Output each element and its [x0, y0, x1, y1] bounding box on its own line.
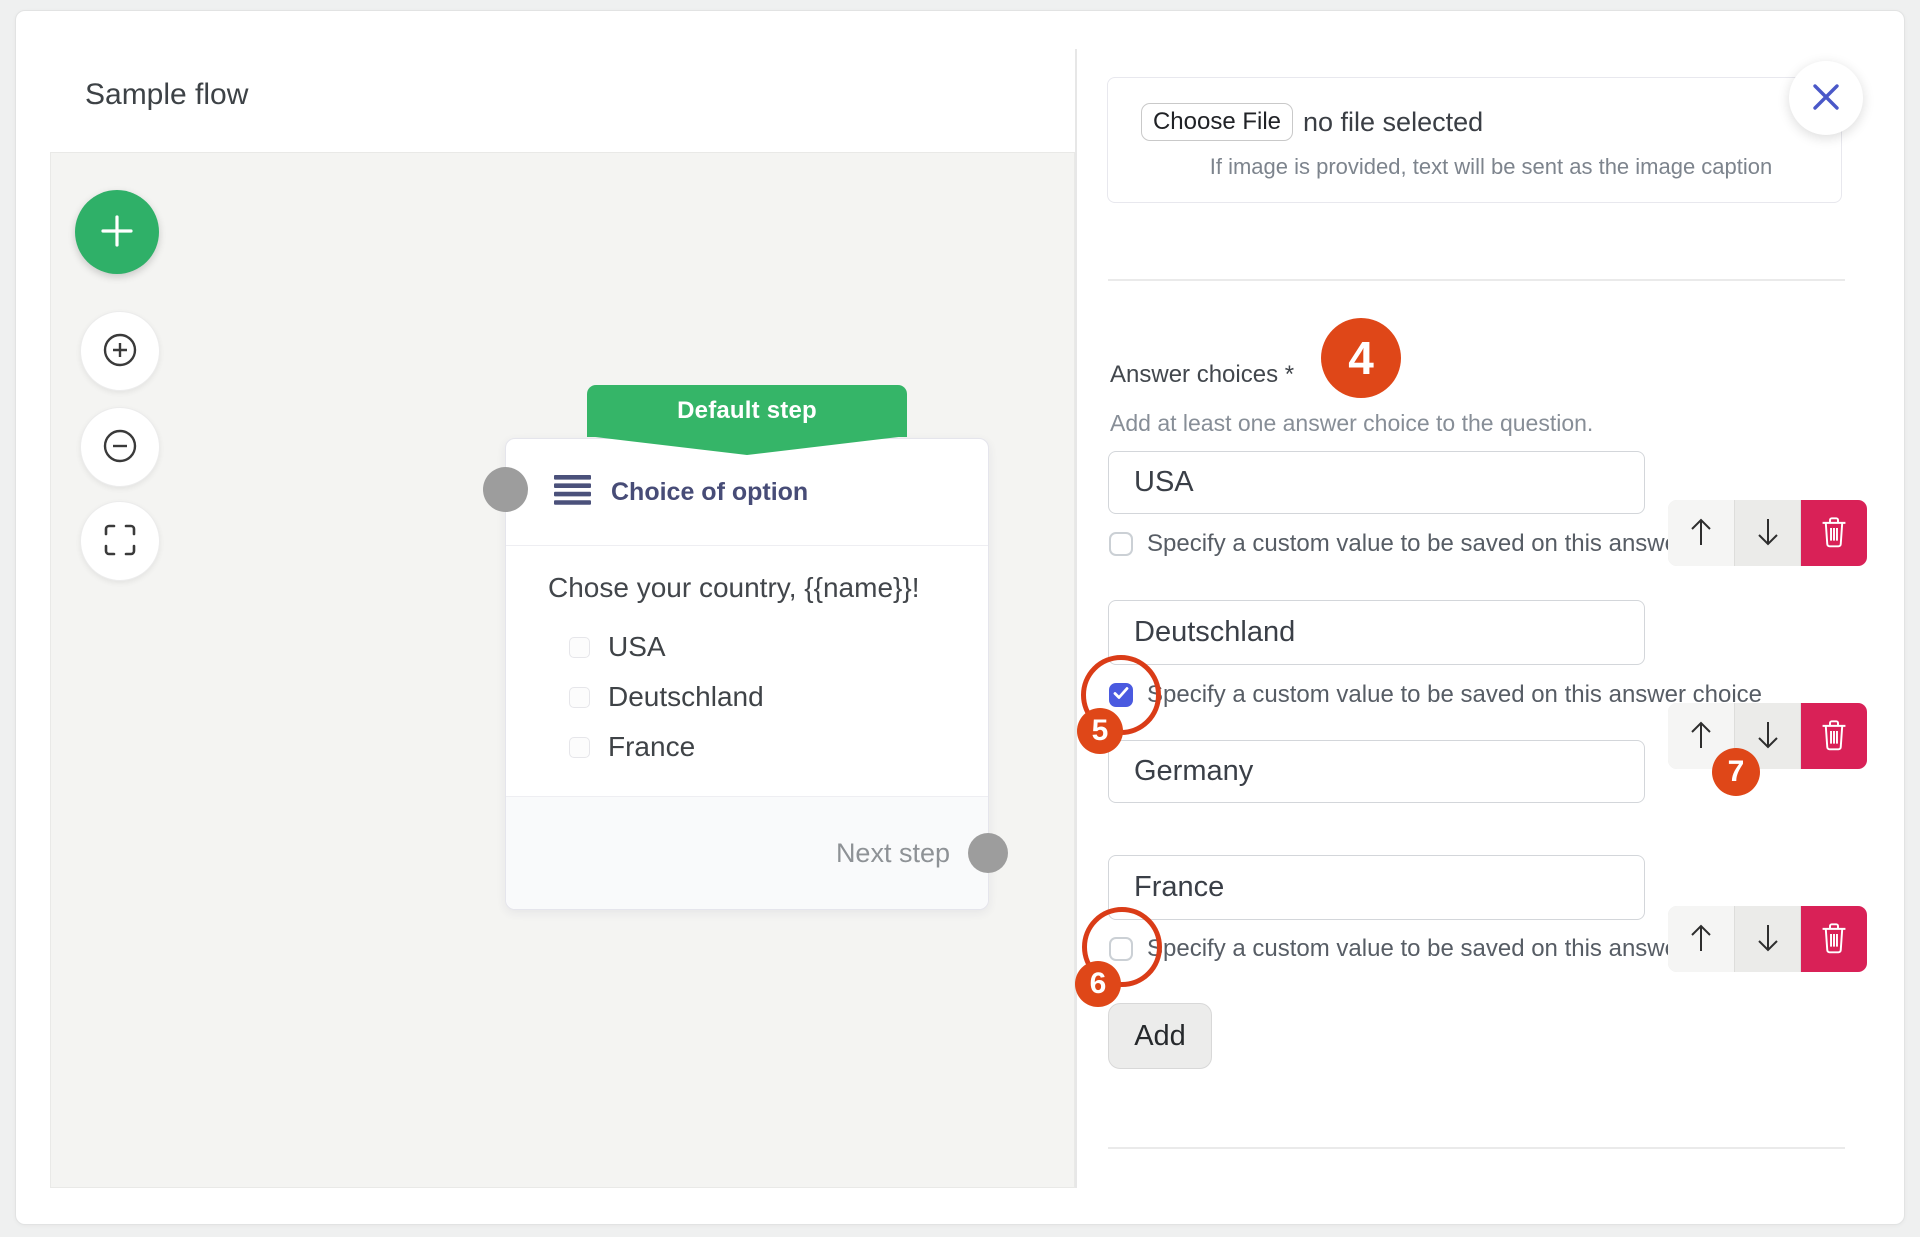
choice-input-usa[interactable] [1108, 451, 1645, 514]
default-step-banner: Default step [587, 385, 907, 437]
custom-value-input-germany[interactable] [1108, 740, 1645, 803]
delete-choice-button[interactable] [1801, 500, 1867, 566]
fullscreen-icon [102, 522, 138, 561]
answer-choices-helper: Add at least one answer choice to the qu… [1110, 410, 1593, 437]
node-question-text: Chose your country, {{name}}! [548, 572, 958, 604]
list-icon [554, 475, 591, 510]
annotation-badge-5: 5 [1077, 708, 1123, 754]
annotation-badge-7: 7 [1712, 748, 1760, 796]
zoom-out-icon [99, 425, 141, 470]
custom-value-row: Specify a custom value to be saved on th… [1109, 532, 1762, 556]
fit-view-button[interactable] [80, 501, 160, 581]
node-header: Choice of option [506, 439, 988, 546]
close-panel-button[interactable] [1789, 61, 1863, 135]
section-divider [1108, 1147, 1845, 1149]
add-step-button[interactable] [75, 190, 159, 274]
arrow-down-icon [1755, 517, 1781, 550]
choice-actions-group [1668, 500, 1867, 566]
close-icon [1809, 80, 1843, 117]
node-body: Chose your country, {{name}}! USA Deutsc… [506, 546, 988, 764]
arrow-down-icon [1755, 720, 1781, 753]
option-checkbox-icon [569, 737, 590, 758]
zoom-in-icon [99, 329, 141, 374]
delete-choice-button[interactable] [1801, 703, 1867, 769]
arrow-up-icon [1688, 923, 1714, 956]
choice-actions-group [1668, 906, 1867, 972]
banner-notch [587, 436, 907, 455]
annotation-badge-6: 6 [1075, 961, 1121, 1007]
next-step-label: Next step [836, 838, 950, 869]
trash-icon [1820, 516, 1848, 551]
arrow-down-icon [1755, 923, 1781, 956]
add-choice-button[interactable]: Add [1108, 1003, 1212, 1069]
answer-choices-title: Answer choices * [1110, 361, 1294, 389]
choice-input-france[interactable] [1108, 855, 1645, 920]
option-checkbox-icon [569, 687, 590, 708]
flow-builder-screen: Sample flow Default step Choice of optio… [0, 0, 1920, 1237]
custom-value-row: Specify a custom value to be saved on th… [1109, 937, 1762, 961]
custom-value-checkbox[interactable] [1109, 532, 1133, 556]
plus-icon [95, 209, 139, 256]
move-up-button[interactable] [1668, 906, 1734, 972]
option-label: Deutschland [608, 681, 764, 713]
file-hint-text: If image is provided, text will be sent … [1141, 154, 1841, 180]
trash-icon [1820, 922, 1848, 957]
image-upload-box: Choose File no file selected If image is… [1107, 77, 1842, 203]
zoom-in-button[interactable] [80, 311, 160, 391]
option-checkbox-icon [569, 637, 590, 658]
file-status-text: no file selected [1303, 107, 1483, 138]
file-input-row: Choose File no file selected [1141, 103, 1841, 141]
annotation-badge-4: 4 [1321, 318, 1401, 398]
node-footer: Next step [506, 796, 988, 909]
move-down-button[interactable] [1734, 906, 1802, 972]
node-option-row: Deutschland [548, 680, 958, 714]
move-down-button[interactable] [1734, 500, 1802, 566]
custom-value-row: Specify a custom value to be saved on th… [1109, 683, 1762, 707]
input-connector-port[interactable] [483, 467, 528, 512]
panel-divider [1075, 49, 1077, 1188]
node-option-row: USA [548, 630, 958, 664]
trash-icon [1820, 719, 1848, 754]
page-title: Sample flow [85, 78, 248, 112]
arrow-up-icon [1688, 720, 1714, 753]
banner-label: Default step [677, 397, 817, 425]
choice-input-deutschland[interactable] [1108, 600, 1645, 665]
option-label: USA [608, 631, 666, 663]
node-option-row: France [548, 730, 958, 764]
arrow-up-icon [1688, 517, 1714, 550]
node-type-label: Choice of option [611, 478, 808, 507]
choose-file-button[interactable]: Choose File [1141, 103, 1293, 141]
option-label: France [608, 731, 695, 763]
zoom-out-button[interactable] [80, 407, 160, 487]
section-divider [1108, 279, 1845, 281]
choice-actions-group [1668, 703, 1867, 769]
move-up-button[interactable] [1668, 500, 1734, 566]
delete-choice-button[interactable] [1801, 906, 1867, 972]
flow-node-card[interactable]: Choice of option Chose your country, {{n… [505, 438, 989, 910]
output-connector-port[interactable] [968, 833, 1008, 873]
